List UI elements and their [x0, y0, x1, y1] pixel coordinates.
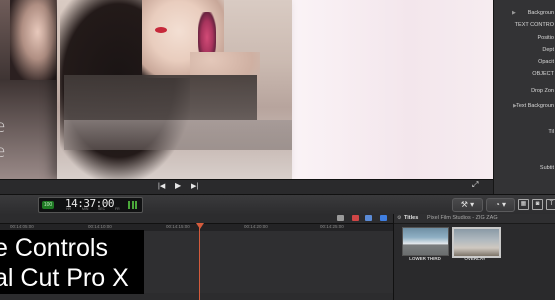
overlay-title-line: e Controls — [0, 234, 108, 262]
disclosure-triangle-icon[interactable]: ▶ — [512, 10, 516, 16]
skimming-icon[interactable] — [337, 215, 344, 221]
retime-menu-button[interactable]: ◔ ▾ — [486, 198, 515, 212]
viewer-canvas: e e — [0, 0, 493, 179]
browser-category-title: Titles — [404, 215, 419, 221]
ruler-tick-label: 00:14:15:00 — [166, 224, 190, 229]
title-label: LOWER THIRD — [409, 256, 441, 261]
timecode-percent-badge: 100 — [42, 201, 54, 209]
title-label: OVERLAY — [464, 256, 486, 261]
fullscreen-icon[interactable]: ⤢ — [472, 180, 478, 190]
ruler-tick-label: 00:14:10:00 — [88, 224, 112, 229]
audio-meter-icon — [128, 201, 137, 209]
photos-browser-icon[interactable]: ◙ — [532, 199, 543, 210]
inspector-item-subtitle[interactable]: Subtit — [540, 165, 554, 171]
title-thumbnail-lower-third[interactable] — [402, 227, 449, 256]
titles-browser-icon[interactable]: T — [546, 199, 555, 210]
inspector-item-text-background[interactable]: Text Backgroun — [516, 103, 554, 109]
viewer-background — [283, 0, 493, 179]
timecode-display[interactable]: 100 14:37:00 HR MIN SEC FR — [38, 197, 143, 213]
ruler-tick-label: 00:14:20:00 — [244, 224, 268, 229]
overlay-title-line: al Cut Pro X — [0, 264, 129, 292]
browser-header: ⚙ Titles Pixel Film Studios - ZIG ZAG — [394, 214, 555, 224]
ruler-tick-label: 00:14:05:00 — [10, 224, 34, 229]
photo-figure — [10, 0, 56, 80]
inspector-panel: Backgroun ▶ TEXT CONTRO Positio Dept Opa… — [493, 0, 555, 194]
inspector-item-position[interactable]: Positio — [537, 35, 554, 41]
ruler-tick-label: 00:14:25:00 — [320, 224, 344, 229]
play-icon[interactable]: ▶ — [175, 181, 181, 190]
library-browser-icon[interactable]: ▦ — [518, 199, 529, 210]
video-title-overlay: e Controls al Cut Pro X — [0, 230, 144, 294]
timecode-unit-label: MIN — [82, 207, 89, 211]
ghost-letter: e — [0, 117, 6, 137]
timeline-track[interactable] — [144, 231, 393, 293]
inspector-item-background[interactable]: Backgroun — [528, 10, 554, 16]
titles-browser: ⚙ Titles Pixel Film Studios - ZIG ZAG LO… — [393, 214, 555, 300]
snapping-icon[interactable] — [380, 215, 387, 221]
inspector-item-title[interactable]: Til — [548, 129, 554, 135]
titles-icon: ⚙ — [397, 215, 402, 221]
timecode-unit-label: HR — [66, 207, 72, 211]
viewer-controls-bar: |◀ ▶ ▶| ⤢ — [0, 179, 493, 195]
photo-panel-left — [0, 0, 65, 179]
inspector-item-drop-zone[interactable]: Drop Zon — [531, 88, 554, 94]
previous-frame-icon[interactable]: |◀ — [158, 182, 165, 190]
inspector-item-opacity[interactable]: Opacit — [538, 59, 554, 65]
audio-skimming-icon[interactable] — [352, 215, 359, 221]
tools-menu-button[interactable]: ⚒ ▾ — [452, 198, 483, 212]
main-toolbar: 100 14:37:00 HR MIN SEC FR ⚒ ▾ ◔ ▾ ▦ ◙ T — [0, 194, 555, 216]
disclosure-triangle-icon[interactable]: ▶ — [513, 103, 517, 109]
next-frame-icon[interactable]: ▶| — [191, 182, 198, 190]
timecode-value: 14:37:00 — [65, 197, 114, 210]
playhead-handle[interactable] — [196, 223, 204, 229]
overlay-band-light — [64, 120, 292, 150]
photo-lips — [155, 27, 167, 33]
ghost-letter: e — [0, 142, 6, 162]
timecode-unit-label: SEC — [98, 207, 106, 211]
solo-icon[interactable] — [365, 215, 372, 221]
inspector-heading-object: OBJECT — [532, 71, 554, 77]
overlay-band-dark — [64, 75, 257, 120]
inspector-heading-text-controls: TEXT CONTRO — [514, 22, 554, 28]
browser-path: Pixel Film Studios - ZIG ZAG — [427, 215, 498, 221]
title-thumbnail-overlay[interactable] — [452, 227, 501, 258]
playhead[interactable] — [199, 223, 200, 300]
inspector-item-depth[interactable]: Dept — [542, 47, 554, 53]
timecode-unit-label: FR — [115, 207, 120, 211]
